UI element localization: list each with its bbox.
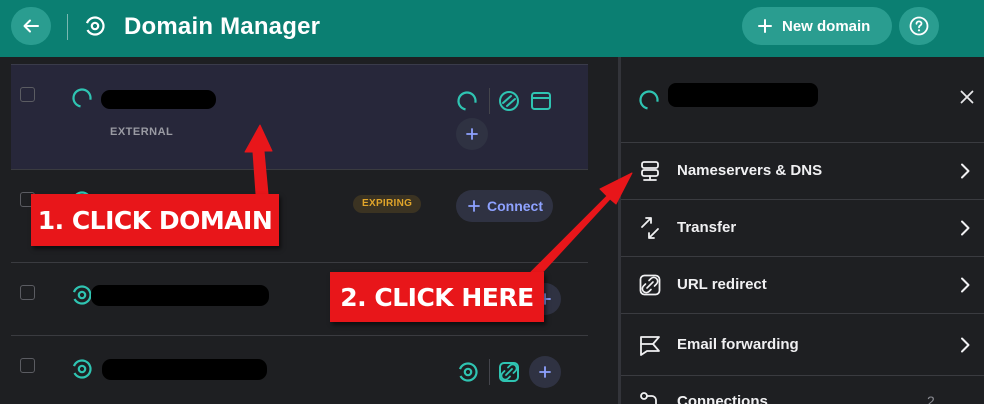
redacted-domain-name xyxy=(102,359,267,380)
close-button[interactable] xyxy=(955,85,979,109)
domain-status-icon[interactable] xyxy=(456,360,480,384)
menu-item-nameservers[interactable]: Nameservers & DNS xyxy=(621,143,984,200)
redacted-domain-name xyxy=(101,90,216,109)
link-icon xyxy=(639,274,661,296)
add-button[interactable] xyxy=(456,118,488,150)
domain-detail-panel: Nameservers & DNS Transfer URL redirect … xyxy=(618,57,984,404)
menu-item-url-redirect[interactable]: URL redirect xyxy=(621,257,984,314)
plus-icon xyxy=(758,19,772,33)
row-checkbox[interactable] xyxy=(20,87,35,102)
new-domain-button[interactable]: New domain xyxy=(742,7,892,45)
arrow-left-icon xyxy=(23,19,39,33)
email-forward-icon xyxy=(640,336,660,356)
expiring-badge: EXPIRING xyxy=(353,195,422,213)
chevron-right-icon xyxy=(961,277,970,293)
menu-item-email-forwarding[interactable]: Email forwarding xyxy=(621,314,984,376)
domain-pending-icon xyxy=(72,88,92,108)
back-button[interactable] xyxy=(11,7,51,45)
plus-icon xyxy=(468,200,480,212)
domain-logo-icon xyxy=(85,16,105,36)
browser-window-icon[interactable] xyxy=(529,89,553,113)
chevron-right-icon xyxy=(961,163,970,179)
help-icon xyxy=(909,16,929,36)
external-tag: EXTERNAL xyxy=(110,126,174,138)
menu-label: Email forwarding xyxy=(677,336,799,353)
connections-count: 2 xyxy=(927,393,935,404)
add-button[interactable] xyxy=(529,356,561,388)
row-checkbox[interactable] xyxy=(20,285,35,300)
menu-label: URL redirect xyxy=(677,276,767,293)
row-checkbox[interactable] xyxy=(20,358,35,373)
domain-row[interactable] xyxy=(11,336,588,404)
connect-label: Connect xyxy=(487,198,543,214)
nameservers-icon xyxy=(641,161,659,181)
chevron-right-icon xyxy=(961,337,970,353)
menu-label: Connections xyxy=(677,393,768,404)
new-domain-label: New domain xyxy=(782,17,871,35)
plus-icon xyxy=(466,128,478,140)
chevron-right-icon xyxy=(961,220,970,236)
menu-label: Transfer xyxy=(677,219,737,236)
redacted-domain-name xyxy=(668,83,818,107)
link-icon[interactable] xyxy=(497,360,521,384)
connect-button[interactable]: Connect xyxy=(456,190,553,222)
no-link-icon[interactable] xyxy=(497,89,521,113)
callout-step-1: 1. CLICK DOMAIN xyxy=(31,194,279,246)
help-button[interactable] xyxy=(899,7,939,45)
actions-divider xyxy=(489,359,490,385)
transfer-icon xyxy=(641,217,659,239)
header-divider xyxy=(67,14,68,40)
menu-item-connections[interactable]: Connections 2 xyxy=(621,376,984,404)
redacted-domain-name xyxy=(91,285,269,306)
domain-icon xyxy=(72,359,92,379)
app-header: Domain Manager New domain xyxy=(0,0,984,57)
domain-icon xyxy=(72,285,92,305)
plus-icon xyxy=(539,366,551,378)
menu-item-transfer[interactable]: Transfer xyxy=(621,200,984,257)
panel-header xyxy=(621,57,984,143)
close-icon xyxy=(960,90,974,104)
menu-label: Nameservers & DNS xyxy=(677,162,823,179)
sync-icon[interactable] xyxy=(455,89,479,113)
actions-divider xyxy=(489,88,490,114)
connections-icon xyxy=(640,392,657,404)
callout-step-2: 2. CLICK HERE xyxy=(330,272,544,322)
domain-pending-icon xyxy=(639,90,659,110)
page-title: Domain Manager xyxy=(124,13,321,40)
domain-row[interactable]: EXTERNAL xyxy=(11,64,588,170)
